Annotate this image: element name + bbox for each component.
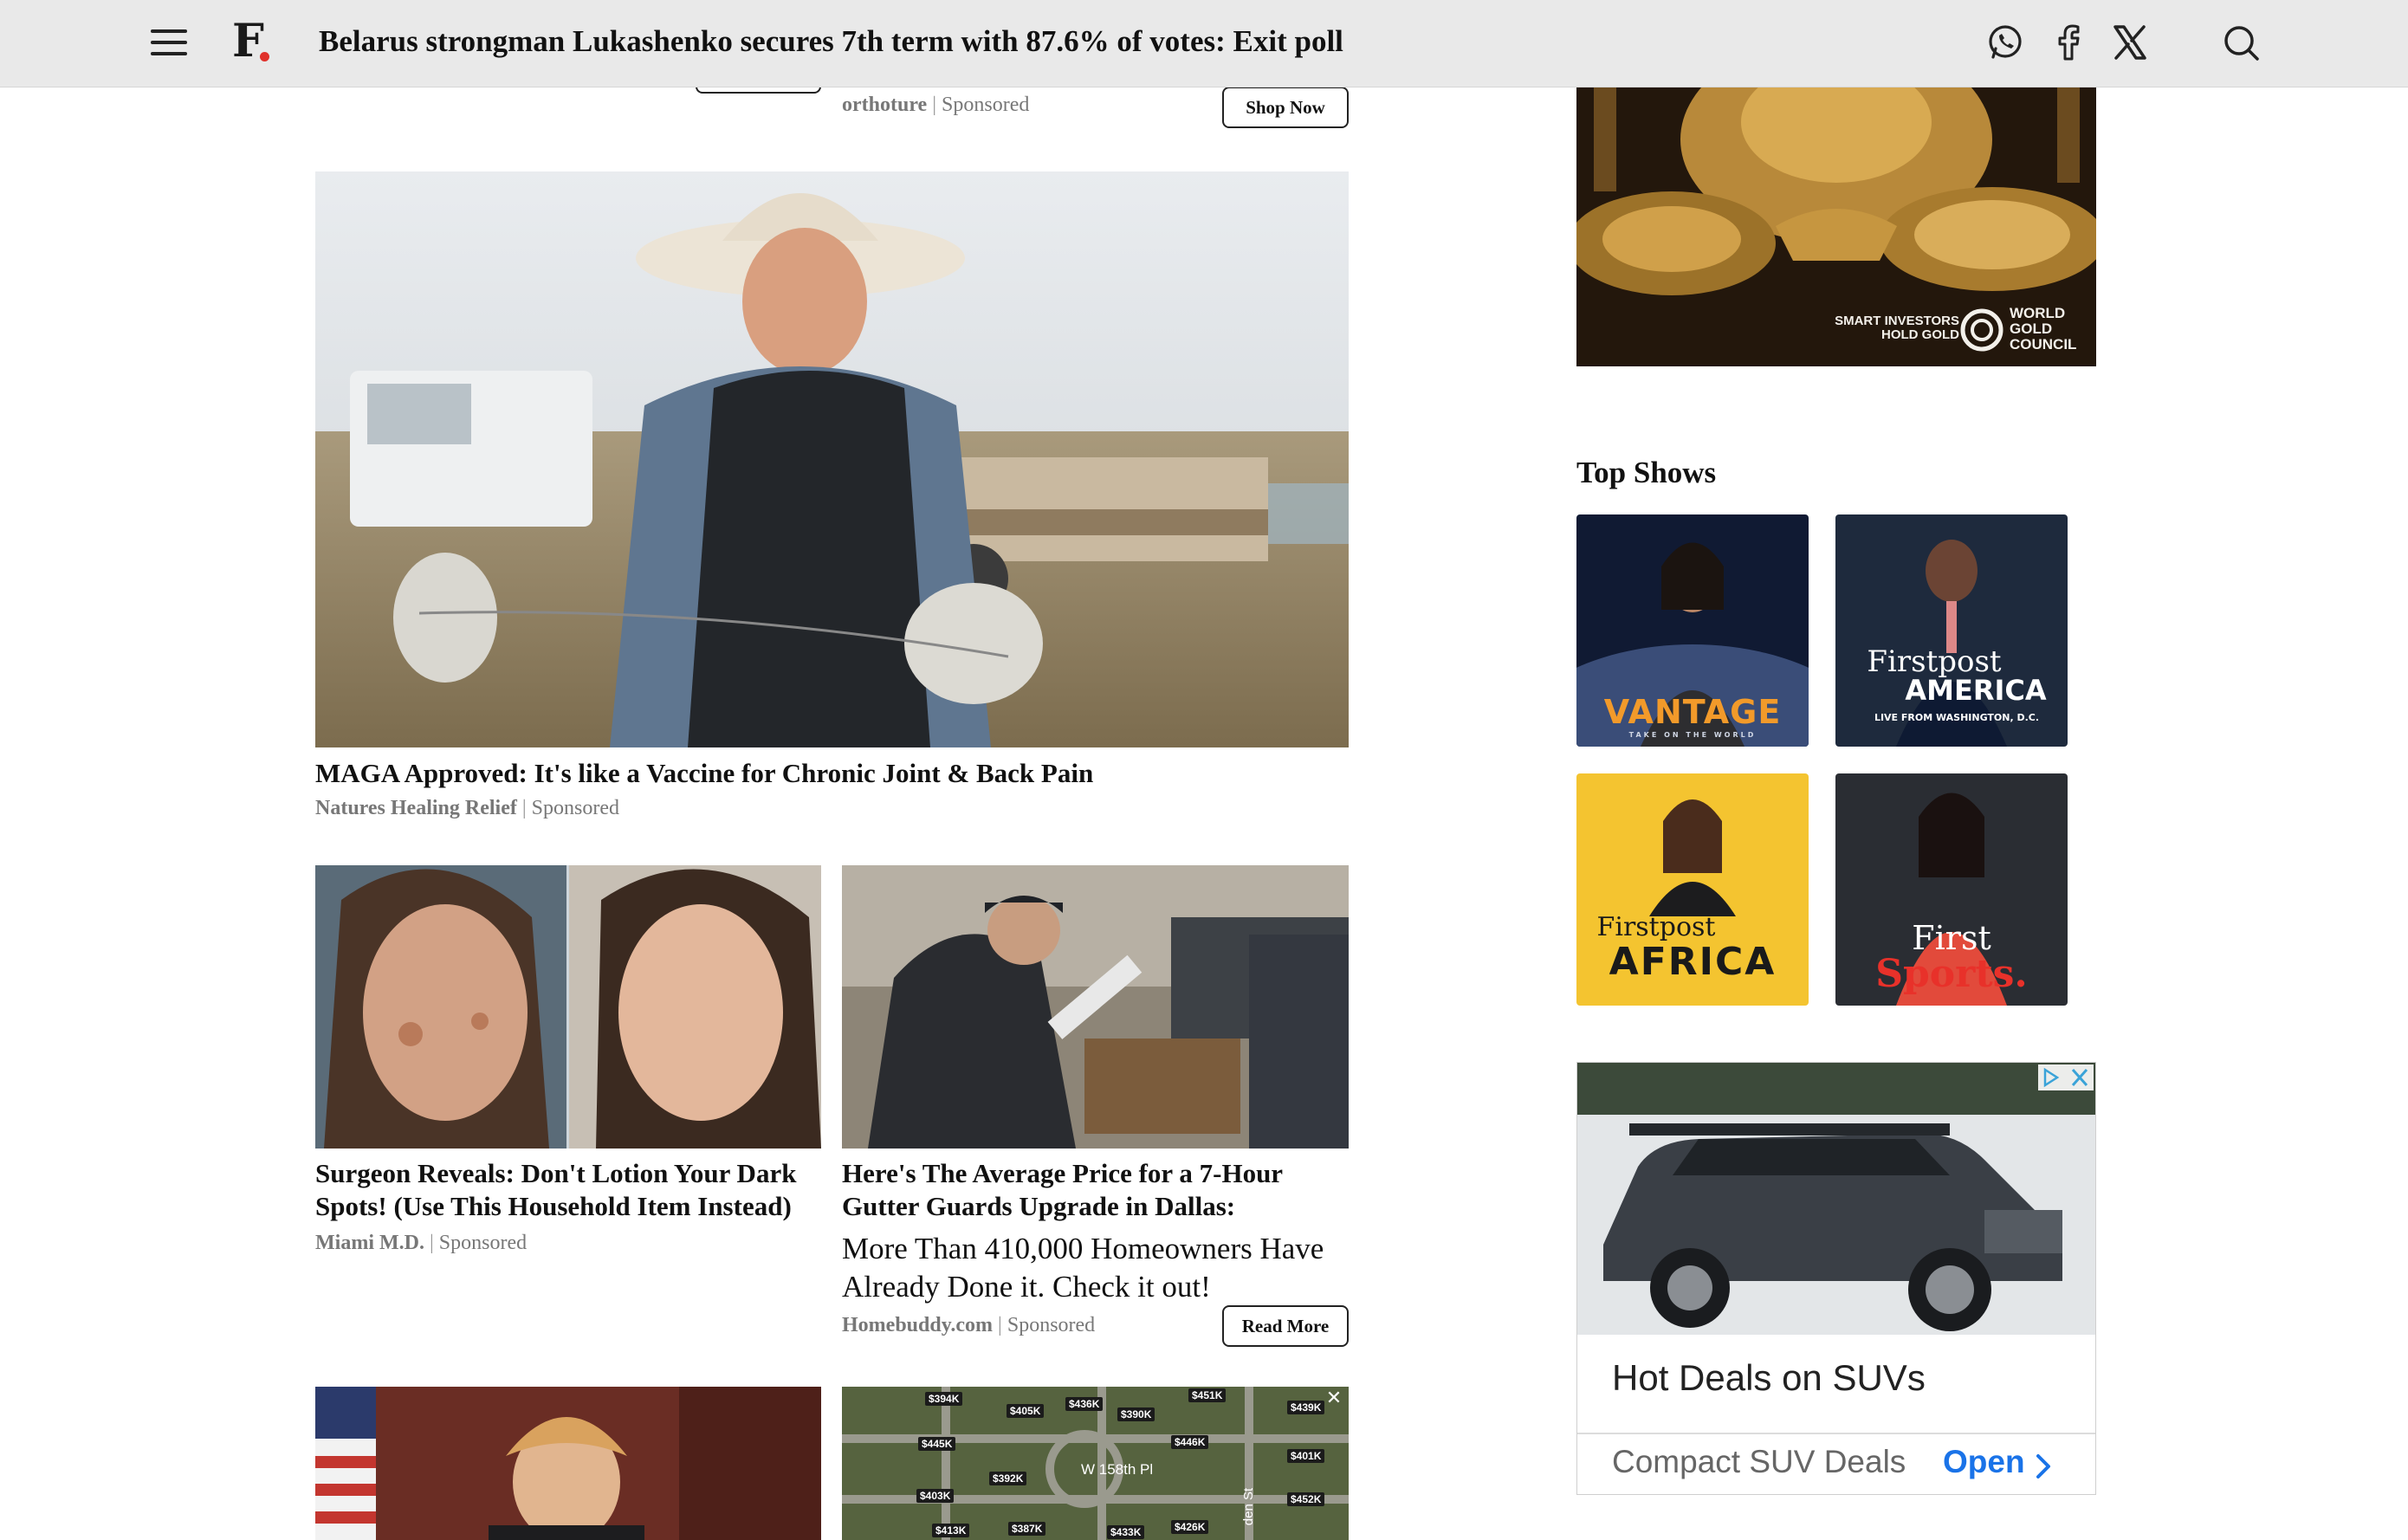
price-label: $401K [1287, 1449, 1325, 1463]
suv-ad-title[interactable]: Hot Deals on SUVs [1612, 1357, 1926, 1399]
price-label: $426K [1171, 1520, 1209, 1534]
home-prices-map-ad[interactable]: $394K $405K $436K $390K $439K $445K $446K $401K… [842, 1387, 1349, 1540]
ad-source[interactable]: orthoture [842, 94, 927, 116]
price-label: $433K [1107, 1525, 1145, 1539]
x-twitter-icon[interactable] [2110, 23, 2150, 62]
show-tagline: TAKE ON THE WORLD [1628, 731, 1757, 739]
price-label: $405K [1007, 1404, 1045, 1418]
price-label: $446K [1171, 1435, 1209, 1449]
close-icon[interactable]: ✕ [1324, 1388, 1344, 1409]
tagline-line: HOLD GOLD [1881, 327, 1959, 342]
top-navigation-bar: F Belarus strongman Lukashenko secures 7… [0, 0, 2408, 87]
ad-source[interactable]: Miami M.D. [315, 1232, 424, 1254]
logo-dot [260, 52, 269, 61]
show-card-firstpost-america[interactable]: Firstpost AMERICA LIVE FROM WASHINGTON, … [1835, 514, 2068, 747]
desc-line: Already Done it. Check it out! [842, 1270, 1211, 1304]
sponsored-label: Sponsored [942, 94, 1030, 116]
world-gold-council-ad[interactable]: SMART INVESTORS HOLD GOLD WORLD GOLD COU… [1576, 87, 2096, 366]
price-label: $390K [1117, 1407, 1155, 1421]
surgeon-ad-image[interactable] [315, 865, 821, 1149]
tagline-line: SMART INVESTORS [1835, 314, 1959, 328]
whatsapp-icon[interactable] [1985, 23, 2025, 62]
street-label: den St [1241, 1487, 1257, 1526]
ad-meta-homebuddy: Homebuddy.com | Sponsored [842, 1314, 1096, 1336]
gold-ad-tagline: SMART INVESTORS HOLD GOLD [1828, 314, 1959, 342]
farmer-ad-image[interactable] [315, 171, 1349, 747]
brand-line: WORLD [2010, 305, 2066, 321]
gutter-ad-image[interactable] [842, 865, 1349, 1149]
chevron-right-icon[interactable] [2031, 1449, 2057, 1484]
price-label: $451K [1188, 1388, 1227, 1402]
open-button[interactable]: Open [1943, 1444, 2025, 1480]
price-label: $403K [916, 1489, 955, 1503]
price-label: $452K [1287, 1492, 1325, 1506]
ad-meta-farmer: Natures Healing Relief | Sponsored [315, 797, 620, 819]
show-tagline: LIVE FROM WASHINGTON, D.C. [1874, 712, 2040, 723]
price-label: $445K [918, 1437, 956, 1451]
brand-line: COUNCIL [2010, 336, 2077, 353]
price-label: $392K [989, 1472, 1027, 1485]
ad-choices-icon[interactable] [2038, 1064, 2094, 1090]
firstpost-logo[interactable]: F [232, 16, 275, 68]
facebook-icon[interactable] [2049, 23, 2089, 62]
farmer-ad-title[interactable]: MAGA Approved: It's like a Vaccine for C… [315, 757, 1093, 790]
read-more-button[interactable]: Read More [1222, 1305, 1349, 1347]
suv-ad-image[interactable] [1577, 1063, 2095, 1335]
title-line: Gutter Guards Upgrade in Dallas: [842, 1191, 1236, 1221]
ad-source[interactable]: Homebuddy.com [842, 1314, 993, 1336]
surgeon-ad-title[interactable]: Surgeon Reveals: Don't Lotion Your Dark … [315, 1157, 796, 1223]
show-card-vantage[interactable]: VANTAGE TAKE ON THE WORLD [1576, 514, 1809, 747]
price-label: $394K [925, 1392, 963, 1406]
gold-ad-brand: WORLD GOLD COUNCIL [2010, 306, 2076, 353]
show-name-line2: Sports. [1875, 952, 2028, 996]
price-label: $436K [1065, 1397, 1104, 1411]
price-label: $413K [932, 1524, 970, 1537]
show-name-line1: Firstpost [1596, 912, 1716, 942]
title-line: Here's The Average Price for a 7-Hour [842, 1158, 1284, 1188]
title-line: Spots! (Use This Household Item Instead) [315, 1191, 792, 1221]
divider [1577, 1433, 2095, 1434]
price-label: $439K [1287, 1401, 1325, 1414]
street-label: W 158th Pl [1081, 1461, 1154, 1478]
show-card-firstpost-africa[interactable]: Firstpost AFRICA [1576, 773, 1809, 1006]
sponsored-label: Sponsored [1007, 1314, 1096, 1336]
gutter-ad-title[interactable]: Here's The Average Price for a 7-Hour Gu… [842, 1157, 1283, 1223]
ad-meta-orthoture: orthoture | Sponsored [842, 94, 1030, 116]
gutter-ad-description: More Than 410,000 Homeowners Have Alread… [842, 1230, 1324, 1306]
suv-ad-subtitle[interactable]: Compact SUV Deals [1612, 1444, 1906, 1480]
ad-source[interactable]: Natures Healing Relief [315, 797, 517, 819]
article-headline: Belarus strongman Lukashenko secures 7th… [319, 24, 1343, 58]
ad-meta-surgeon: Miami M.D. | Sponsored [315, 1232, 528, 1254]
sponsored-label: Sponsored [438, 1232, 528, 1254]
sponsored-label: Sponsored [531, 797, 620, 819]
search-icon[interactable] [2221, 23, 2261, 62]
title-line: Surgeon Reveals: Don't Lotion Your Dark [315, 1158, 797, 1188]
show-card-first-sports[interactable]: First Sports. [1835, 773, 2068, 1006]
desc-line: More Than 410,000 Homeowners Have [842, 1232, 1324, 1265]
logo-letter: F [232, 15, 264, 68]
brand-line: GOLD [2010, 320, 2053, 337]
show-name-line2: AFRICA [1609, 940, 1777, 984]
price-label: $387K [1008, 1522, 1046, 1536]
menu-icon[interactable] [151, 29, 187, 57]
top-shows-heading: Top Shows [1576, 456, 1717, 489]
courtroom-ad-image[interactable] [315, 1387, 821, 1540]
show-name: VANTAGE [1603, 693, 1782, 731]
suv-deals-ad[interactable]: Hot Deals on SUVs Compact SUV Deals Open [1576, 1062, 2096, 1495]
shop-now-button[interactable]: Shop Now [1222, 87, 1349, 128]
show-name-line2: AMERICA [1905, 674, 2047, 707]
